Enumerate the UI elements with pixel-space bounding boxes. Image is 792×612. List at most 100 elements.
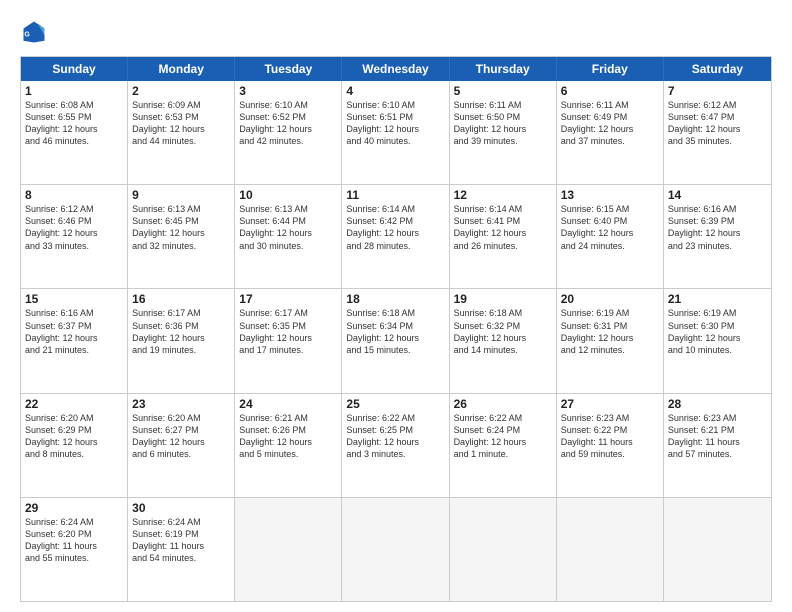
cell-info: Sunrise: 6:14 AMSunset: 6:42 PMDaylight:…	[346, 203, 444, 252]
calendar-week-5: 29Sunrise: 6:24 AMSunset: 6:20 PMDayligh…	[21, 497, 771, 601]
day-number: 1	[25, 84, 123, 98]
calendar-cell: 29Sunrise: 6:24 AMSunset: 6:20 PMDayligh…	[21, 498, 128, 601]
header-day-tuesday: Tuesday	[235, 57, 342, 81]
cell-info: Sunrise: 6:15 AMSunset: 6:40 PMDaylight:…	[561, 203, 659, 252]
calendar-cell	[664, 498, 771, 601]
calendar-cell: 5Sunrise: 6:11 AMSunset: 6:50 PMDaylight…	[450, 81, 557, 184]
cell-info: Sunrise: 6:11 AMSunset: 6:49 PMDaylight:…	[561, 99, 659, 148]
day-number: 3	[239, 84, 337, 98]
calendar-cell: 15Sunrise: 6:16 AMSunset: 6:37 PMDayligh…	[21, 289, 128, 392]
calendar-cell: 23Sunrise: 6:20 AMSunset: 6:27 PMDayligh…	[128, 394, 235, 497]
day-number: 27	[561, 397, 659, 411]
cell-info: Sunrise: 6:12 AMSunset: 6:47 PMDaylight:…	[668, 99, 767, 148]
calendar-cell	[557, 498, 664, 601]
cell-info: Sunrise: 6:14 AMSunset: 6:41 PMDaylight:…	[454, 203, 552, 252]
day-number: 23	[132, 397, 230, 411]
calendar-cell: 21Sunrise: 6:19 AMSunset: 6:30 PMDayligh…	[664, 289, 771, 392]
calendar-cell: 25Sunrise: 6:22 AMSunset: 6:25 PMDayligh…	[342, 394, 449, 497]
calendar-cell: 13Sunrise: 6:15 AMSunset: 6:40 PMDayligh…	[557, 185, 664, 288]
calendar-cell: 8Sunrise: 6:12 AMSunset: 6:46 PMDaylight…	[21, 185, 128, 288]
calendar-cell: 9Sunrise: 6:13 AMSunset: 6:45 PMDaylight…	[128, 185, 235, 288]
calendar-cell: 22Sunrise: 6:20 AMSunset: 6:29 PMDayligh…	[21, 394, 128, 497]
calendar-week-1: 1Sunrise: 6:08 AMSunset: 6:55 PMDaylight…	[21, 81, 771, 184]
calendar-cell	[450, 498, 557, 601]
day-number: 7	[668, 84, 767, 98]
day-number: 15	[25, 292, 123, 306]
day-number: 11	[346, 188, 444, 202]
header-day-monday: Monday	[128, 57, 235, 81]
day-number: 30	[132, 501, 230, 515]
cell-info: Sunrise: 6:22 AMSunset: 6:24 PMDaylight:…	[454, 412, 552, 461]
calendar-cell: 6Sunrise: 6:11 AMSunset: 6:49 PMDaylight…	[557, 81, 664, 184]
cell-info: Sunrise: 6:12 AMSunset: 6:46 PMDaylight:…	[25, 203, 123, 252]
cell-info: Sunrise: 6:19 AMSunset: 6:31 PMDaylight:…	[561, 307, 659, 356]
calendar-cell: 18Sunrise: 6:18 AMSunset: 6:34 PMDayligh…	[342, 289, 449, 392]
calendar-cell: 17Sunrise: 6:17 AMSunset: 6:35 PMDayligh…	[235, 289, 342, 392]
header-day-saturday: Saturday	[664, 57, 771, 81]
cell-info: Sunrise: 6:17 AMSunset: 6:36 PMDaylight:…	[132, 307, 230, 356]
day-number: 12	[454, 188, 552, 202]
calendar-week-3: 15Sunrise: 6:16 AMSunset: 6:37 PMDayligh…	[21, 288, 771, 392]
day-number: 4	[346, 84, 444, 98]
calendar-cell: 28Sunrise: 6:23 AMSunset: 6:21 PMDayligh…	[664, 394, 771, 497]
logo-icon: G	[20, 18, 48, 46]
cell-info: Sunrise: 6:19 AMSunset: 6:30 PMDaylight:…	[668, 307, 767, 356]
cell-info: Sunrise: 6:23 AMSunset: 6:22 PMDaylight:…	[561, 412, 659, 461]
day-number: 21	[668, 292, 767, 306]
cell-info: Sunrise: 6:13 AMSunset: 6:45 PMDaylight:…	[132, 203, 230, 252]
day-number: 28	[668, 397, 767, 411]
cell-info: Sunrise: 6:16 AMSunset: 6:37 PMDaylight:…	[25, 307, 123, 356]
cell-info: Sunrise: 6:21 AMSunset: 6:26 PMDaylight:…	[239, 412, 337, 461]
day-number: 14	[668, 188, 767, 202]
calendar-header: SundayMondayTuesdayWednesdayThursdayFrid…	[21, 57, 771, 81]
calendar-cell: 12Sunrise: 6:14 AMSunset: 6:41 PMDayligh…	[450, 185, 557, 288]
day-number: 10	[239, 188, 337, 202]
header-day-friday: Friday	[557, 57, 664, 81]
day-number: 20	[561, 292, 659, 306]
calendar-cell: 30Sunrise: 6:24 AMSunset: 6:19 PMDayligh…	[128, 498, 235, 601]
day-number: 13	[561, 188, 659, 202]
header: G	[20, 18, 772, 46]
calendar-cell: 3Sunrise: 6:10 AMSunset: 6:52 PMDaylight…	[235, 81, 342, 184]
calendar-cell: 7Sunrise: 6:12 AMSunset: 6:47 PMDaylight…	[664, 81, 771, 184]
calendar-cell: 27Sunrise: 6:23 AMSunset: 6:22 PMDayligh…	[557, 394, 664, 497]
cell-info: Sunrise: 6:20 AMSunset: 6:29 PMDaylight:…	[25, 412, 123, 461]
calendar-cell: 10Sunrise: 6:13 AMSunset: 6:44 PMDayligh…	[235, 185, 342, 288]
calendar-cell: 20Sunrise: 6:19 AMSunset: 6:31 PMDayligh…	[557, 289, 664, 392]
day-number: 18	[346, 292, 444, 306]
calendar-cell: 16Sunrise: 6:17 AMSunset: 6:36 PMDayligh…	[128, 289, 235, 392]
calendar-cell: 24Sunrise: 6:21 AMSunset: 6:26 PMDayligh…	[235, 394, 342, 497]
day-number: 17	[239, 292, 337, 306]
cell-info: Sunrise: 6:18 AMSunset: 6:34 PMDaylight:…	[346, 307, 444, 356]
cell-info: Sunrise: 6:18 AMSunset: 6:32 PMDaylight:…	[454, 307, 552, 356]
calendar-cell	[342, 498, 449, 601]
day-number: 25	[346, 397, 444, 411]
calendar-week-2: 8Sunrise: 6:12 AMSunset: 6:46 PMDaylight…	[21, 184, 771, 288]
cell-info: Sunrise: 6:23 AMSunset: 6:21 PMDaylight:…	[668, 412, 767, 461]
calendar-body: 1Sunrise: 6:08 AMSunset: 6:55 PMDaylight…	[21, 81, 771, 601]
cell-info: Sunrise: 6:08 AMSunset: 6:55 PMDaylight:…	[25, 99, 123, 148]
day-number: 19	[454, 292, 552, 306]
calendar-week-4: 22Sunrise: 6:20 AMSunset: 6:29 PMDayligh…	[21, 393, 771, 497]
header-day-wednesday: Wednesday	[342, 57, 449, 81]
cell-info: Sunrise: 6:09 AMSunset: 6:53 PMDaylight:…	[132, 99, 230, 148]
calendar-cell: 14Sunrise: 6:16 AMSunset: 6:39 PMDayligh…	[664, 185, 771, 288]
day-number: 16	[132, 292, 230, 306]
day-number: 5	[454, 84, 552, 98]
header-day-sunday: Sunday	[21, 57, 128, 81]
cell-info: Sunrise: 6:24 AMSunset: 6:19 PMDaylight:…	[132, 516, 230, 565]
day-number: 24	[239, 397, 337, 411]
day-number: 6	[561, 84, 659, 98]
day-number: 29	[25, 501, 123, 515]
calendar: SundayMondayTuesdayWednesdayThursdayFrid…	[20, 56, 772, 602]
page: G SundayMondayTuesdayWednesdayThursdayFr…	[0, 0, 792, 612]
calendar-cell: 26Sunrise: 6:22 AMSunset: 6:24 PMDayligh…	[450, 394, 557, 497]
day-number: 2	[132, 84, 230, 98]
day-number: 9	[132, 188, 230, 202]
day-number: 8	[25, 188, 123, 202]
header-day-thursday: Thursday	[450, 57, 557, 81]
cell-info: Sunrise: 6:17 AMSunset: 6:35 PMDaylight:…	[239, 307, 337, 356]
logo: G	[20, 18, 52, 46]
calendar-cell: 1Sunrise: 6:08 AMSunset: 6:55 PMDaylight…	[21, 81, 128, 184]
calendar-cell	[235, 498, 342, 601]
